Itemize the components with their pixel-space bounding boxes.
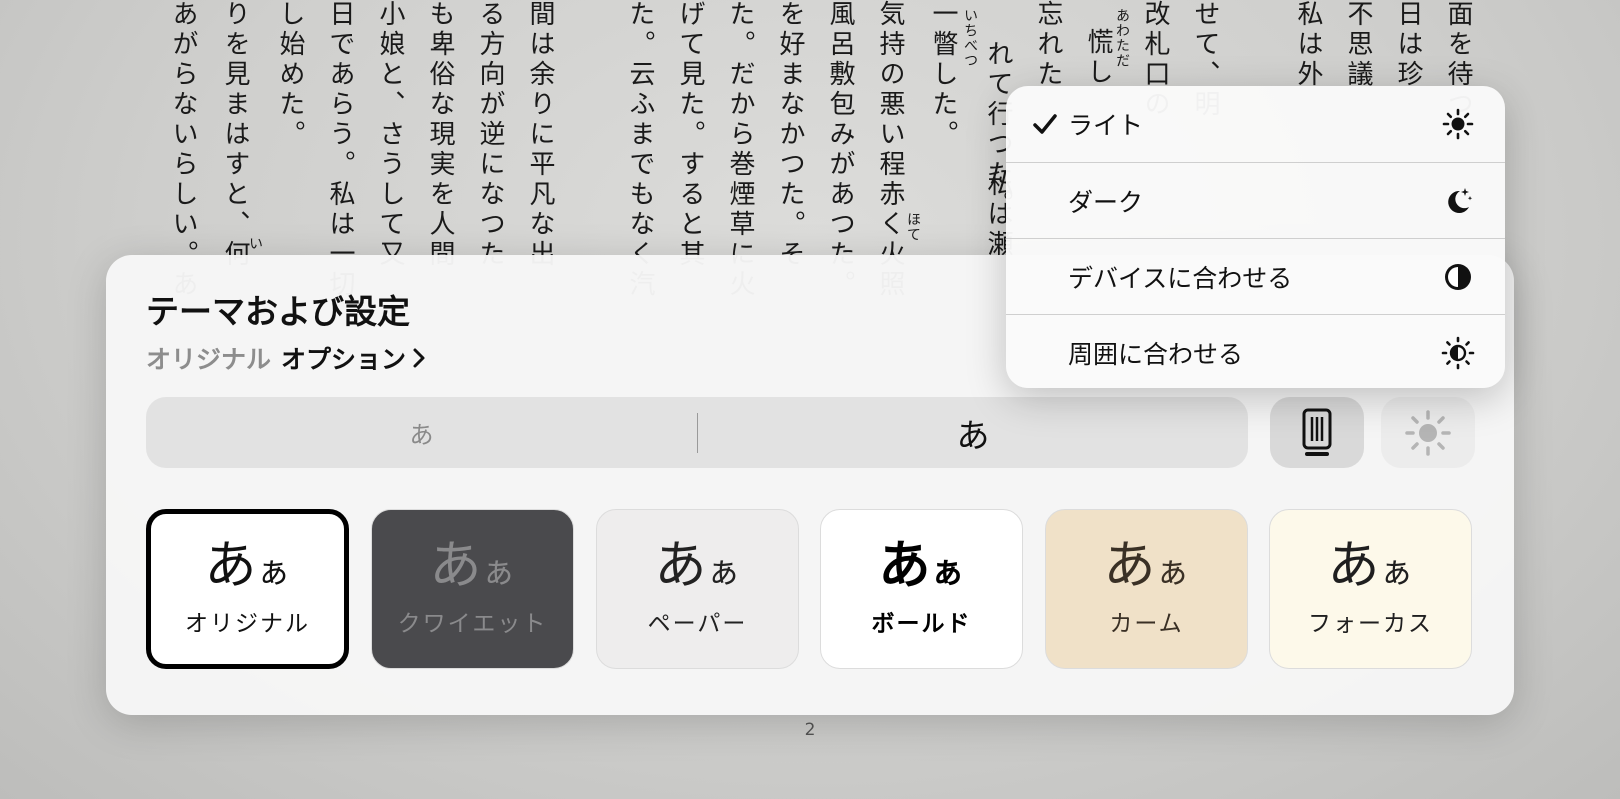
options-button[interactable]: オプション — [281, 340, 426, 376]
theme-paper[interactable]: あぁ ペーパー — [596, 509, 799, 669]
vertical-scroll-button[interactable] — [1270, 397, 1364, 468]
theme-name: ボールド — [871, 610, 972, 637]
theme-name: フォーカス — [1308, 611, 1433, 637]
auto-brightness-icon — [1441, 336, 1475, 370]
book-text-column: 小娘と、さうして又 — [375, 0, 405, 270]
menu-item-label: ダーク — [1068, 187, 1144, 217]
theme-focus[interactable]: あぁ フォーカス — [1269, 509, 1472, 669]
scroll-page-icon — [1302, 408, 1332, 456]
theme-name: オリジナル — [185, 611, 310, 637]
theme-glyph: あ — [429, 536, 482, 596]
theme-glyph: あ — [878, 535, 931, 596]
theme-name: ペーパー — [647, 611, 748, 637]
theme-glyph-small: ぁ — [930, 552, 965, 592]
book-text-column: 忘れた — [1033, 0, 1063, 90]
theme-glyph: あ — [654, 536, 707, 596]
brightness-button[interactable] — [1381, 397, 1475, 468]
theme-glyph: あ — [1103, 536, 1156, 596]
menu-item-dark[interactable]: ダーク — [1006, 162, 1505, 238]
book-text-column: 慌し — [1083, 28, 1113, 88]
book-text-column: 日は珍 — [1393, 0, 1423, 90]
theme-original[interactable]: あぁ オリジナル — [146, 509, 349, 669]
checkmark-icon — [1030, 109, 1060, 139]
page-number: 2 — [804, 720, 816, 740]
theme-name: クワイエット — [397, 611, 548, 637]
sun-icon — [1441, 107, 1475, 141]
book-ruby: あわただ — [1114, 8, 1130, 68]
theme-name: カーム — [1109, 611, 1184, 637]
half-circle-icon — [1441, 260, 1475, 294]
menu-item-label: ライト — [1068, 111, 1144, 140]
sun-icon — [1405, 409, 1451, 456]
theme-glyph-small: ぁ — [481, 552, 516, 592]
appearance-menu: ライト ダーク デバイスに合わせる 周囲に合わせる — [1006, 86, 1505, 388]
options-label: オプション — [281, 345, 407, 374]
book-ruby: ほて — [905, 212, 921, 242]
panel-title: テーマおよび設定 — [146, 292, 410, 331]
book-text-column: る方向が逆になつた — [475, 0, 505, 270]
menu-item-label: 周囲に合わせる — [1068, 339, 1244, 369]
book-text-column: りを見まはすと、何 — [220, 0, 250, 270]
moon-stars-icon — [1441, 184, 1475, 218]
book-text-column: 不思議 — [1343, 0, 1373, 90]
theme-glyph: あ — [1327, 536, 1380, 596]
chevron-right-icon — [413, 348, 425, 368]
theme-glyph-small: ぁ — [706, 552, 741, 592]
theme-quiet[interactable]: あぁ クワイエット — [371, 509, 574, 669]
font-size-control: あ あ — [146, 397, 1248, 468]
book-text-column: げて見た。すると其 — [675, 0, 705, 270]
book-ruby: いちべつ — [962, 8, 978, 68]
panel-subtitle: オリジナル オプション — [146, 340, 426, 376]
theme-bold[interactable]: あぁ ボールド — [820, 509, 1023, 669]
book-text-column: も卑俗な現実を人間 — [425, 0, 455, 270]
theme-glyph-small: ぁ — [1155, 552, 1190, 592]
book-text-column: 間は余りに平凡な出 — [525, 0, 555, 270]
book-text-column: し始めた。 — [275, 0, 305, 150]
book-text-column: 私は外 — [1293, 0, 1323, 90]
menu-item-label: デバイスに合わせる — [1068, 263, 1293, 293]
theme-glyph-small: ぁ — [256, 552, 291, 592]
menu-item-match-ambient[interactable]: 周囲に合わせる — [1006, 314, 1505, 388]
decrease-font-size-button[interactable]: あ — [146, 397, 697, 468]
menu-item-match-device[interactable]: デバイスに合わせる — [1006, 238, 1505, 314]
current-theme-label: オリジナル — [146, 345, 272, 374]
increase-font-size-button[interactable]: あ — [698, 397, 1248, 468]
book-text-column: を好まなかつた。そ — [775, 0, 805, 270]
theme-glyph-small: ぁ — [1379, 552, 1414, 592]
theme-calm[interactable]: あぁ カーム — [1045, 509, 1248, 669]
book-ruby: い — [247, 236, 263, 251]
theme-glyph: あ — [204, 536, 257, 596]
book-text-column: 一瞥した。 — [928, 0, 958, 150]
menu-item-light[interactable]: ライト — [1006, 86, 1505, 162]
